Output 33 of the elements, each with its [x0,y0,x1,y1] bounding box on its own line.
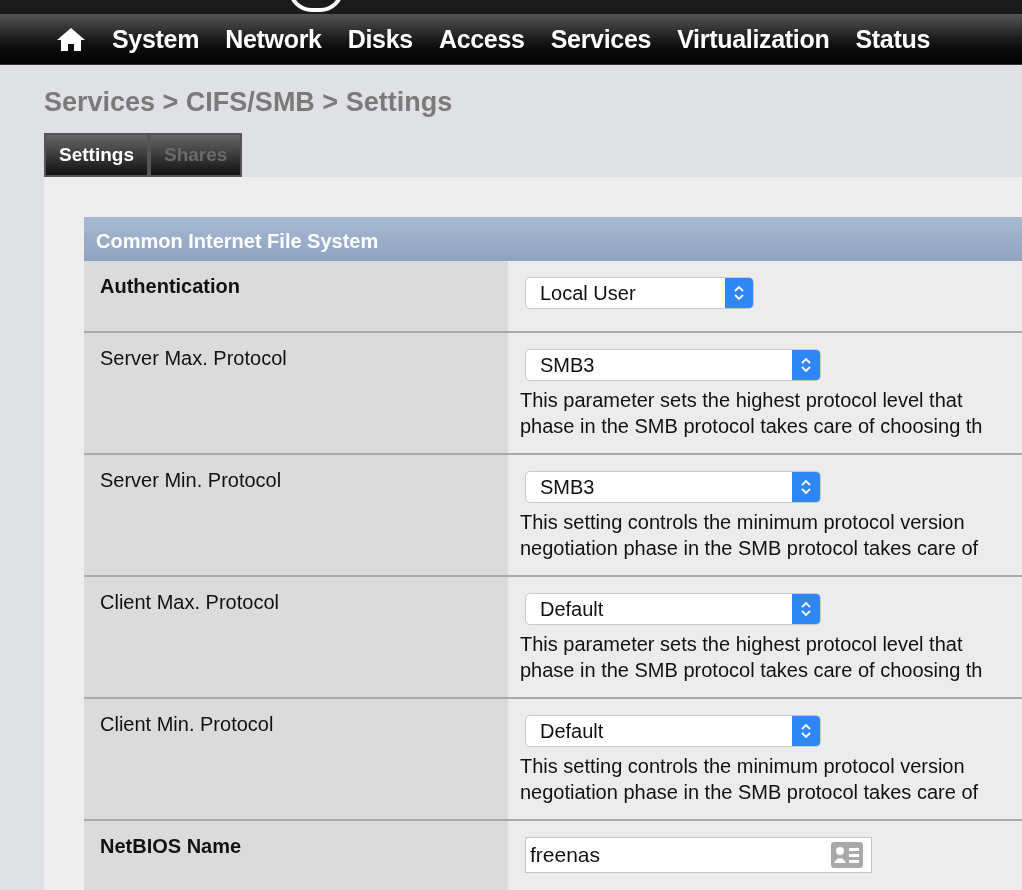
select-dropdown[interactable]: Local User [525,277,754,309]
field-label: Authentication [100,275,240,297]
nav-menu-item[interactable]: System [112,24,200,54]
nav-menu-item[interactable]: Services [550,24,652,54]
field-label: Server Max. Protocol [100,347,287,369]
nav-menu-item[interactable]: Access [438,24,525,54]
select-dropdown[interactable]: Default [525,715,821,747]
nav-menu-item[interactable]: Network [225,24,322,54]
breadcrumb: Services > CIFS/SMB > Settings [44,86,454,119]
description-text: This parameter sets the highest protocol level that phase in the SMB protocol takes care of choosing th [520,632,984,683]
section-header: Common Internet File System [84,217,1022,261]
stepper-icon [792,350,820,380]
field-label: Server Min. Protocol [100,469,282,491]
tab[interactable]: Settings [44,133,149,177]
home-icon[interactable] [56,26,86,52]
description-text: This parameter sets the highest protocol level that phase in the SMB protocol takes care of choosing th [520,388,984,439]
stepper-icon [792,472,820,502]
select-dropdown[interactable]: SMB3 [525,471,821,503]
description-text: This setting controls the minimum protocol version negotiation phase in the SMB protocol takes care of [520,754,980,805]
select-dropdown[interactable]: Default [525,593,821,625]
field-label: Client Max. Protocol [100,591,279,613]
stepper-icon [725,278,753,308]
nav-menu-item[interactable]: Status [855,24,931,54]
nav-menu-item[interactable]: Disks [347,24,413,54]
stepper-icon [792,594,820,624]
select-dropdown[interactable]: SMB3 [525,349,821,381]
field-label: Client Min. Protocol [100,713,274,735]
stepper-icon [792,716,820,746]
description-text: This setting controls the minimum protocol version negotiation phase in the SMB protocol takes care of [520,510,980,561]
input-field[interactable]: freenas [525,837,872,873]
contact-card-icon [831,842,863,868]
nav-menu-item[interactable]: Virtualization [677,24,830,54]
field-label: NetBIOS Name [100,835,242,857]
